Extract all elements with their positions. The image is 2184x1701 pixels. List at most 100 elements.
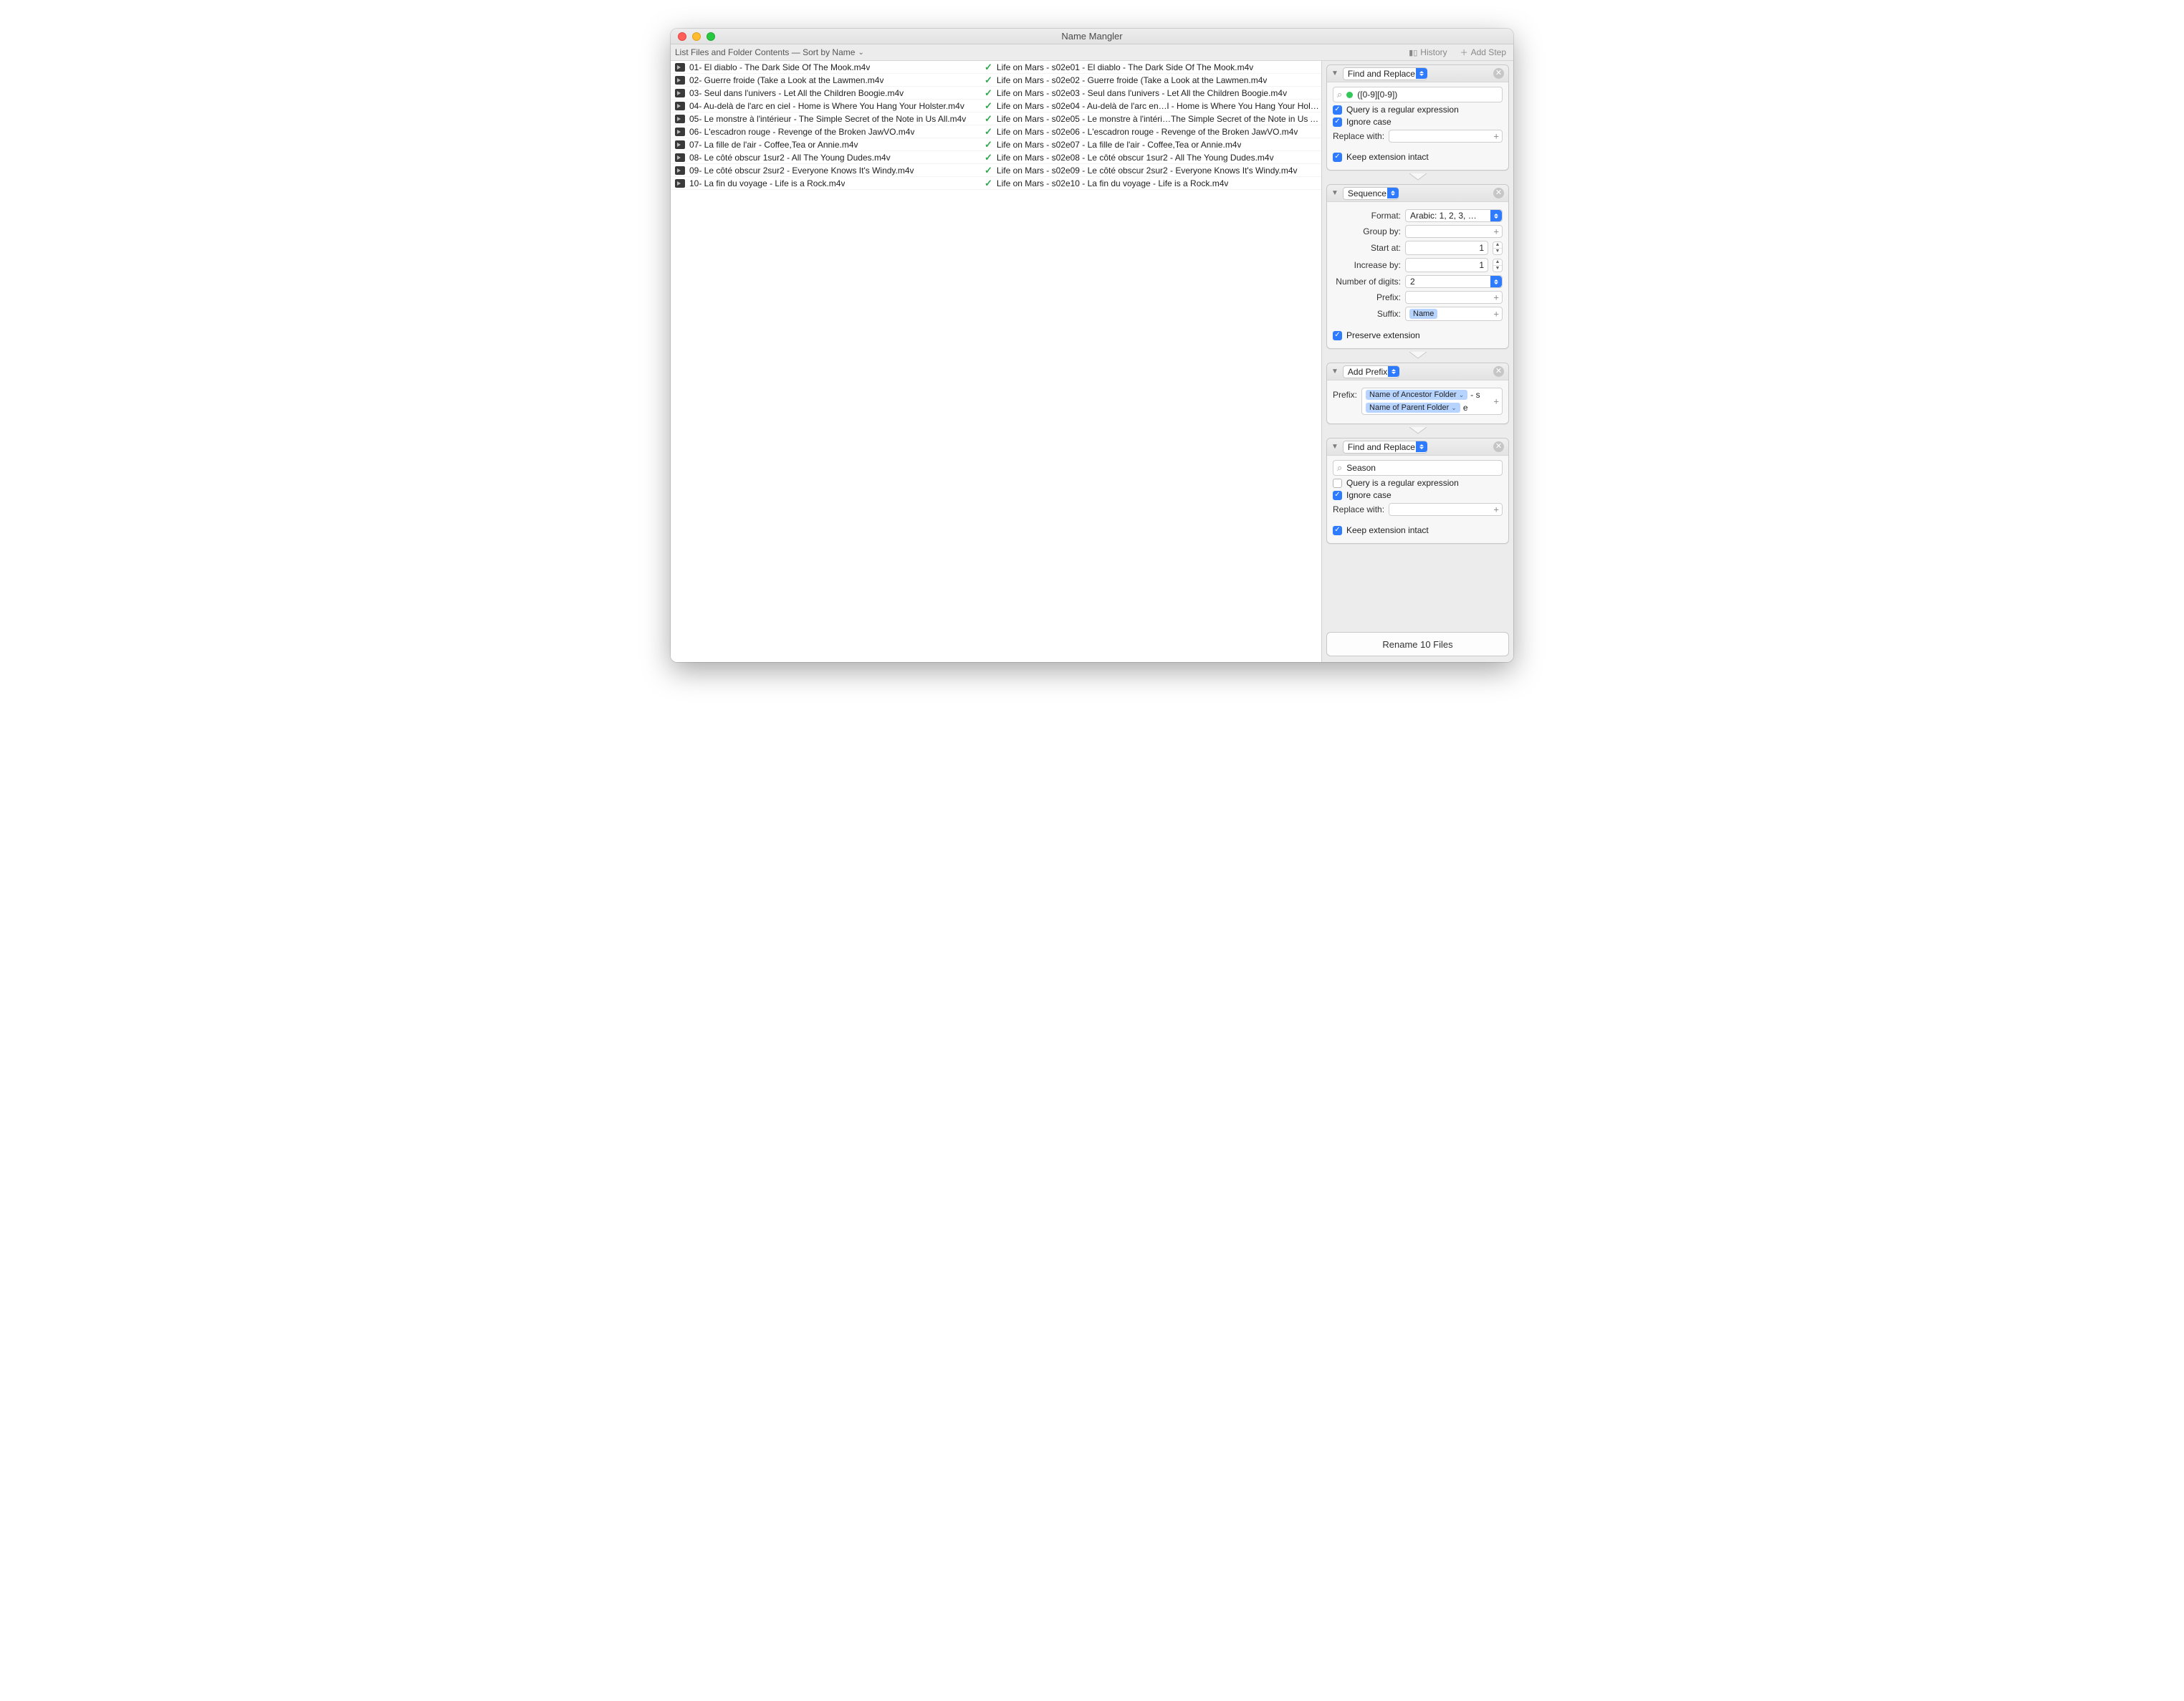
steps-sidebar: ▼ Find and Replace ✕ ([0-9][0-9]) Query …: [1322, 61, 1513, 662]
video-file-icon: [675, 102, 685, 110]
sort-mode-label: List Files and Folder Contents — Sort by…: [675, 47, 855, 57]
disclosure-triangle-icon[interactable]: ▼: [1331, 70, 1338, 77]
file-row[interactable]: 09- Le côté obscur 2sur2 - Everyone Know…: [671, 164, 1321, 177]
disclosure-triangle-icon[interactable]: ▼: [1331, 443, 1338, 451]
remove-step-button[interactable]: ✕: [1493, 366, 1504, 377]
video-file-icon: [675, 115, 685, 123]
file-row[interactable]: 05- Le monstre à l'intérieur - The Simpl…: [671, 112, 1321, 125]
step-type-select[interactable]: Find and Replace: [1343, 441, 1427, 452]
file-row[interactable]: 10- La fin du voyage - Life is a Rock.m4…: [671, 177, 1321, 190]
digits-select[interactable]: 2: [1405, 275, 1503, 288]
file-row[interactable]: 08- Le côté obscur 1sur2 - All The Young…: [671, 151, 1321, 164]
history-label: History: [1420, 47, 1447, 57]
replace-with-input[interactable]: +: [1389, 130, 1503, 143]
ignore-case-checkbox[interactable]: Ignore case: [1333, 117, 1503, 127]
original-name: 02- Guerre froide (Take a Look at the La…: [689, 75, 883, 85]
ignore-case-checkbox[interactable]: Ignore case: [1333, 490, 1503, 500]
checkmark-icon: ✓: [985, 62, 992, 73]
format-select[interactable]: Arabic: 1, 2, 3, …: [1405, 209, 1503, 222]
step-sequence: ▼ Sequence ✕ Format: Arabic: 1, 2, 3, … …: [1326, 184, 1509, 349]
new-name: Life on Mars - s02e08 - Le côté obscur 1…: [997, 153, 1274, 163]
history-button[interactable]: ▮▯ History: [1409, 47, 1447, 57]
remove-step-button[interactable]: ✕: [1493, 441, 1504, 452]
checkmark-icon: ✓: [985, 113, 992, 125]
titlebar: Name Mangler: [671, 29, 1513, 44]
original-name: 07- La fille de l'air - Coffee,Tea or An…: [689, 140, 858, 150]
step-connector: [1326, 352, 1509, 359]
regex-checkbox[interactable]: Query is a regular expression: [1333, 478, 1503, 488]
app-window: Name Mangler List Files and Folder Conte…: [671, 29, 1513, 662]
checkmark-icon: ✓: [985, 75, 992, 86]
rename-button[interactable]: Rename 10 Files: [1326, 632, 1509, 656]
checkmark-icon: ✓: [985, 165, 992, 176]
regex-valid-indicator: [1346, 92, 1353, 98]
file-row[interactable]: 02- Guerre froide (Take a Look at the La…: [671, 74, 1321, 87]
increase-by-stepper[interactable]: ▲▼: [1493, 259, 1503, 272]
sort-mode-dropdown[interactable]: List Files and Folder Contents — Sort by…: [671, 47, 864, 57]
step-type-select[interactable]: Sequence: [1343, 188, 1399, 198]
file-row[interactable]: 03- Seul dans l'univers - Let All the Ch…: [671, 87, 1321, 100]
step-find-replace-1: ▼ Find and Replace ✕ ([0-9][0-9]) Query …: [1326, 64, 1509, 171]
start-at-stepper[interactable]: ▲▼: [1493, 241, 1503, 255]
new-name: Life on Mars - s02e06 - L'escadron rouge…: [997, 127, 1298, 137]
step-add-prefix: ▼ Add Prefix ✕ Prefix: Name of Ancestor …: [1326, 363, 1509, 424]
plus-icon: ＋: [1460, 47, 1468, 58]
new-name: Life on Mars - s02e10 - La fin du voyage…: [997, 178, 1229, 188]
original-name: 03- Seul dans l'univers - Let All the Ch…: [689, 88, 904, 98]
step-type-select[interactable]: Find and Replace: [1343, 68, 1427, 79]
find-query-input[interactable]: ([0-9][0-9]): [1333, 87, 1503, 102]
step-connector: [1326, 427, 1509, 434]
new-name: Life on Mars - s02e04 - Au-delà de l'arc…: [997, 101, 1321, 111]
file-row[interactable]: 07- La fille de l'air - Coffee,Tea or An…: [671, 138, 1321, 151]
new-name: Life on Mars - s02e03 - Seul dans l'univ…: [997, 88, 1287, 98]
group-by-input[interactable]: +: [1405, 225, 1503, 238]
checkmark-icon: ✓: [985, 152, 992, 163]
original-name: 10- La fin du voyage - Life is a Rock.m4…: [689, 178, 845, 188]
disclosure-triangle-icon[interactable]: ▼: [1331, 368, 1338, 375]
add-step-button[interactable]: ＋ Add Step: [1460, 47, 1506, 58]
file-row[interactable]: 01- El diablo - The Dark Side Of The Moo…: [671, 61, 1321, 74]
original-name: 05- Le monstre à l'intérieur - The Simpl…: [689, 114, 966, 124]
video-file-icon: [675, 63, 685, 72]
parent-folder-token[interactable]: Name of Parent Folder⌄: [1366, 403, 1460, 413]
disclosure-triangle-icon[interactable]: ▼: [1331, 189, 1338, 197]
video-file-icon: [675, 140, 685, 149]
add-step-label: Add Step: [1471, 47, 1506, 57]
name-token[interactable]: Name: [1409, 309, 1437, 319]
remove-step-button[interactable]: ✕: [1493, 188, 1504, 198]
window-title: Name Mangler: [671, 31, 1513, 42]
checkmark-icon: ✓: [985, 100, 992, 112]
add-prefix-input[interactable]: Name of Ancestor Folder⌄ - s Name of Par…: [1361, 388, 1503, 415]
file-row[interactable]: 06- L'escadron rouge - Revenge of the Br…: [671, 125, 1321, 138]
toolbar: List Files and Folder Contents — Sort by…: [671, 44, 1513, 61]
original-name: 09- Le côté obscur 2sur2 - Everyone Know…: [689, 166, 914, 176]
seq-suffix-input[interactable]: Name+: [1405, 307, 1503, 321]
step-type-select[interactable]: Add Prefix: [1343, 366, 1399, 377]
file-row[interactable]: 04- Au-delà de l'arc en ciel - Home is W…: [671, 100, 1321, 112]
keep-extension-checkbox[interactable]: Keep extension intact: [1333, 152, 1503, 162]
history-icon: ▮▯: [1409, 48, 1417, 57]
seq-prefix-input[interactable]: +: [1405, 291, 1503, 304]
insert-token-button[interactable]: +: [1493, 131, 1499, 142]
remove-step-button[interactable]: ✕: [1493, 68, 1504, 79]
original-name: 01- El diablo - The Dark Side Of The Moo…: [689, 62, 870, 72]
find-query-input[interactable]: Season: [1333, 460, 1503, 476]
new-name: Life on Mars - s02e05 - Le monstre à l'i…: [997, 114, 1321, 124]
keep-extension-checkbox[interactable]: Keep extension intact: [1333, 525, 1503, 535]
ancestor-folder-token[interactable]: Name of Ancestor Folder⌄: [1366, 390, 1467, 400]
regex-checkbox[interactable]: Query is a regular expression: [1333, 105, 1503, 115]
video-file-icon: [675, 89, 685, 97]
replace-with-label: Replace with:: [1333, 131, 1384, 141]
video-file-icon: [675, 128, 685, 136]
replace-with-input[interactable]: +: [1389, 503, 1503, 516]
checkmark-icon: ✓: [985, 139, 992, 150]
checkmark-icon: ✓: [985, 126, 992, 138]
original-name: 04- Au-delà de l'arc en ciel - Home is W…: [689, 101, 964, 111]
preserve-extension-checkbox[interactable]: Preserve extension: [1333, 330, 1503, 340]
file-list[interactable]: 01- El diablo - The Dark Side Of The Moo…: [671, 61, 1322, 662]
increase-by-input[interactable]: 1: [1405, 258, 1488, 272]
new-name: Life on Mars - s02e09 - Le côté obscur 2…: [997, 166, 1298, 176]
video-file-icon: [675, 76, 685, 85]
start-at-input[interactable]: 1: [1405, 241, 1488, 255]
checkmark-icon: ✓: [985, 87, 992, 99]
